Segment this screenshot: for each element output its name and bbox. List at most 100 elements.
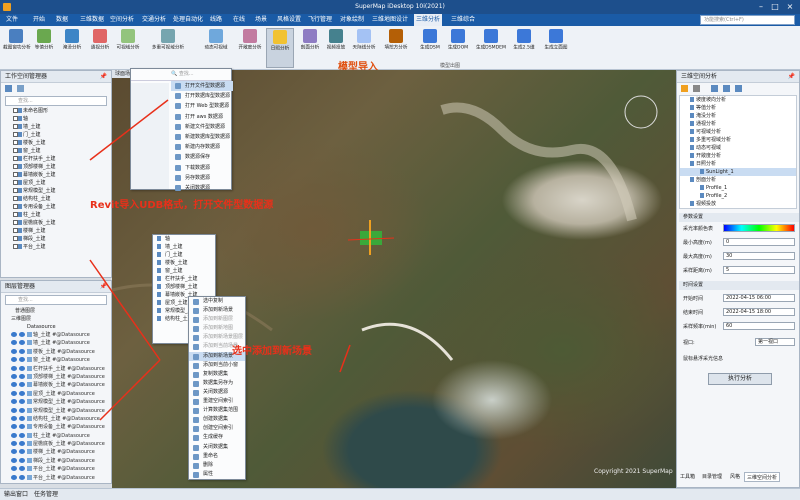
analysis-tree-item[interactable]: 坡度坡向分析 bbox=[680, 96, 796, 104]
context-menu-item[interactable]: 添加到当前小窗 bbox=[189, 361, 245, 370]
workspace-tree-item[interactable]: 窗_土建 bbox=[1, 147, 111, 155]
tool-profile[interactable]: 剖面分析 bbox=[296, 28, 324, 68]
workspace-tree-item[interactable]: 屋顶_土建 bbox=[1, 179, 111, 187]
layer-search-input[interactable]: 查找... bbox=[5, 295, 107, 305]
maximize-button[interactable]: □ bbox=[768, 0, 782, 14]
tab-output[interactable]: 输出窗口 bbox=[4, 489, 28, 500]
selectable-icon[interactable] bbox=[19, 332, 25, 337]
layer-item[interactable]: 柱_土建 #@Datasource bbox=[1, 432, 111, 440]
selectable-icon[interactable] bbox=[19, 365, 25, 371]
tab-style[interactable]: 风格 bbox=[730, 472, 740, 482]
workspace-tree-item[interactable]: 楼梯_土建 bbox=[1, 227, 111, 235]
visible-icon[interactable] bbox=[11, 457, 17, 463]
layer-item[interactable]: 幕墙嵌板_土建 #@Datasource bbox=[1, 381, 111, 389]
selectable-icon[interactable] bbox=[19, 466, 25, 472]
tool-sightline[interactable]: 通视分析 bbox=[86, 28, 114, 68]
close-button[interactable]: × bbox=[783, 0, 797, 14]
selectable-icon[interactable] bbox=[19, 441, 25, 447]
tool-gen-25d[interactable]: 生成2.5维 bbox=[510, 28, 538, 68]
export-icon[interactable] bbox=[735, 85, 742, 92]
analysis-tree-item[interactable]: SunLight_1 bbox=[680, 168, 796, 176]
context-menu-item[interactable]: 重建空间索引 bbox=[189, 397, 245, 406]
selectable-icon[interactable] bbox=[19, 382, 25, 388]
interval-input[interactable]: 60 bbox=[723, 322, 795, 330]
pin-icon[interactable]: 📌 bbox=[788, 71, 795, 83]
context-menu-item[interactable]: 添加到新图层 bbox=[189, 315, 245, 324]
selectable-icon[interactable] bbox=[19, 474, 25, 480]
dataset-item[interactable]: 楼板_土建 bbox=[153, 259, 215, 267]
workspace-search-input[interactable]: 查找... bbox=[5, 96, 107, 106]
menu-file[interactable]: 文件 bbox=[6, 14, 18, 26]
popup-menu-item[interactable]: 打开 aws 数据源 bbox=[171, 112, 233, 122]
compass-icon[interactable] bbox=[624, 95, 658, 129]
analysis-tree-item[interactable]: Profile_1 bbox=[680, 184, 796, 192]
tool-sunlight[interactable]: 日照分析 bbox=[266, 28, 294, 68]
layer-item[interactable]: 墙_土建 #@Datasource bbox=[1, 339, 111, 347]
function-search-input[interactable]: 功能搜索(Ctrl+F) bbox=[700, 15, 795, 25]
colortable-picker[interactable] bbox=[723, 224, 795, 232]
visible-icon[interactable] bbox=[11, 399, 17, 405]
workspace-tree-item[interactable]: 轴 bbox=[1, 115, 111, 123]
tool-gen-dsmdem[interactable]: 生成DSMDEM bbox=[474, 28, 508, 68]
pin-icon[interactable]: 📌 bbox=[100, 281, 107, 293]
context-menu-item[interactable]: 重命名 bbox=[189, 452, 245, 461]
visible-icon[interactable] bbox=[11, 449, 17, 455]
context-menu-item[interactable]: 创建数据集 bbox=[189, 415, 245, 424]
tool-slope-aspect[interactable]: 截图窗功分析 bbox=[2, 28, 31, 68]
popup-menu-item[interactable]: 打开数据库型数据源 bbox=[171, 91, 233, 101]
layer-item[interactable]: 梯段_土建 #@Datasource bbox=[1, 457, 111, 465]
selectable-icon[interactable] bbox=[19, 407, 25, 413]
context-menu-item[interactable]: 关闭数据源 bbox=[189, 388, 245, 397]
tab-catalog[interactable]: 目录管理 bbox=[702, 472, 722, 482]
tab-task[interactable]: 任务管理 bbox=[34, 489, 58, 500]
workspace-tree-item[interactable]: 柱_土建 bbox=[1, 211, 111, 219]
menu-start[interactable]: 开始 bbox=[33, 14, 45, 26]
popup-menu-item[interactable]: 打开文件型数据源 bbox=[171, 81, 233, 92]
dataset-item[interactable]: 轴 bbox=[153, 235, 215, 243]
visible-icon[interactable] bbox=[11, 407, 17, 413]
context-menu-item[interactable]: 复制数据集 bbox=[189, 370, 245, 379]
selectable-icon[interactable] bbox=[19, 415, 25, 421]
layer-item[interactable]: 楼板_土建 #@Datasource bbox=[1, 348, 111, 356]
menu-automation[interactable]: 处理自动化 bbox=[173, 14, 203, 26]
context-menu-item[interactable]: 创建空间索引 bbox=[189, 424, 245, 433]
popup-menu-item[interactable]: 新建内存数据源 bbox=[171, 142, 233, 152]
analysis-tree-item[interactable]: 可视域分析 bbox=[680, 128, 796, 136]
delete-icon[interactable] bbox=[693, 85, 700, 92]
end-time-input[interactable]: 2022-04-15 18:00 bbox=[723, 308, 795, 316]
visible-icon[interactable] bbox=[11, 332, 17, 337]
menu-draw[interactable]: 对象绘制 bbox=[340, 14, 364, 26]
popup-menu-item[interactable]: 另存数据源 bbox=[171, 173, 233, 183]
visible-icon[interactable] bbox=[11, 348, 17, 354]
workspace-tree-item[interactable]: 梯段_土建 bbox=[1, 235, 111, 243]
workspace-icon[interactable] bbox=[5, 85, 12, 92]
dataset-item[interactable]: 顶部楼梯_土建 bbox=[153, 283, 215, 291]
analysis-tree-item[interactable]: Profile_2 bbox=[680, 192, 796, 200]
visible-icon[interactable] bbox=[11, 415, 17, 421]
dataset-item[interactable]: 栏杆扶手_土建 bbox=[153, 275, 215, 283]
visible-icon[interactable] bbox=[11, 474, 17, 480]
context-menu-item[interactable]: 删除 bbox=[189, 461, 245, 470]
selectable-icon[interactable] bbox=[19, 432, 25, 438]
workspace-tree-item[interactable]: 顶部楼梯_土建 bbox=[1, 163, 111, 171]
context-menu-item[interactable]: 关闭数据集 bbox=[189, 443, 245, 452]
min-height-input[interactable]: 0 bbox=[723, 238, 795, 246]
visible-icon[interactable] bbox=[11, 466, 17, 472]
layer-item[interactable]: 顶部楼梯_土建 #@Datasource bbox=[1, 373, 111, 381]
visible-icon[interactable] bbox=[11, 382, 17, 388]
analysis-tree-item[interactable]: 剖面分析 bbox=[680, 176, 796, 184]
minimize-button[interactable]: – bbox=[754, 0, 768, 14]
layer-item[interactable]: 屋檐底板_土建 #@Datasource bbox=[1, 440, 111, 448]
workspace-tree-item[interactable]: 门_土建 bbox=[1, 131, 111, 139]
add-icon[interactable] bbox=[681, 85, 688, 92]
workspace-tree-item[interactable]: 平台_土建 bbox=[1, 243, 111, 251]
show-result-checkbox[interactable]: 鼠标悬浮采光信息 bbox=[683, 355, 723, 362]
selectable-icon[interactable] bbox=[19, 340, 25, 346]
workspace-tree-item[interactable]: 墙_土建 bbox=[1, 123, 111, 131]
workspace-tree-item[interactable]: 幕墙嵌板_土建 bbox=[1, 171, 111, 179]
layer-datasource[interactable]: Datasource bbox=[1, 323, 111, 331]
menu-online[interactable]: 在线 bbox=[233, 14, 245, 26]
layer-item[interactable]: 窗_土建 #@Datasource bbox=[1, 356, 111, 364]
layer-item[interactable]: 专用设备_土建 #@Datasource bbox=[1, 423, 111, 431]
context-menu-item[interactable]: 计算数据集范围 bbox=[189, 406, 245, 415]
